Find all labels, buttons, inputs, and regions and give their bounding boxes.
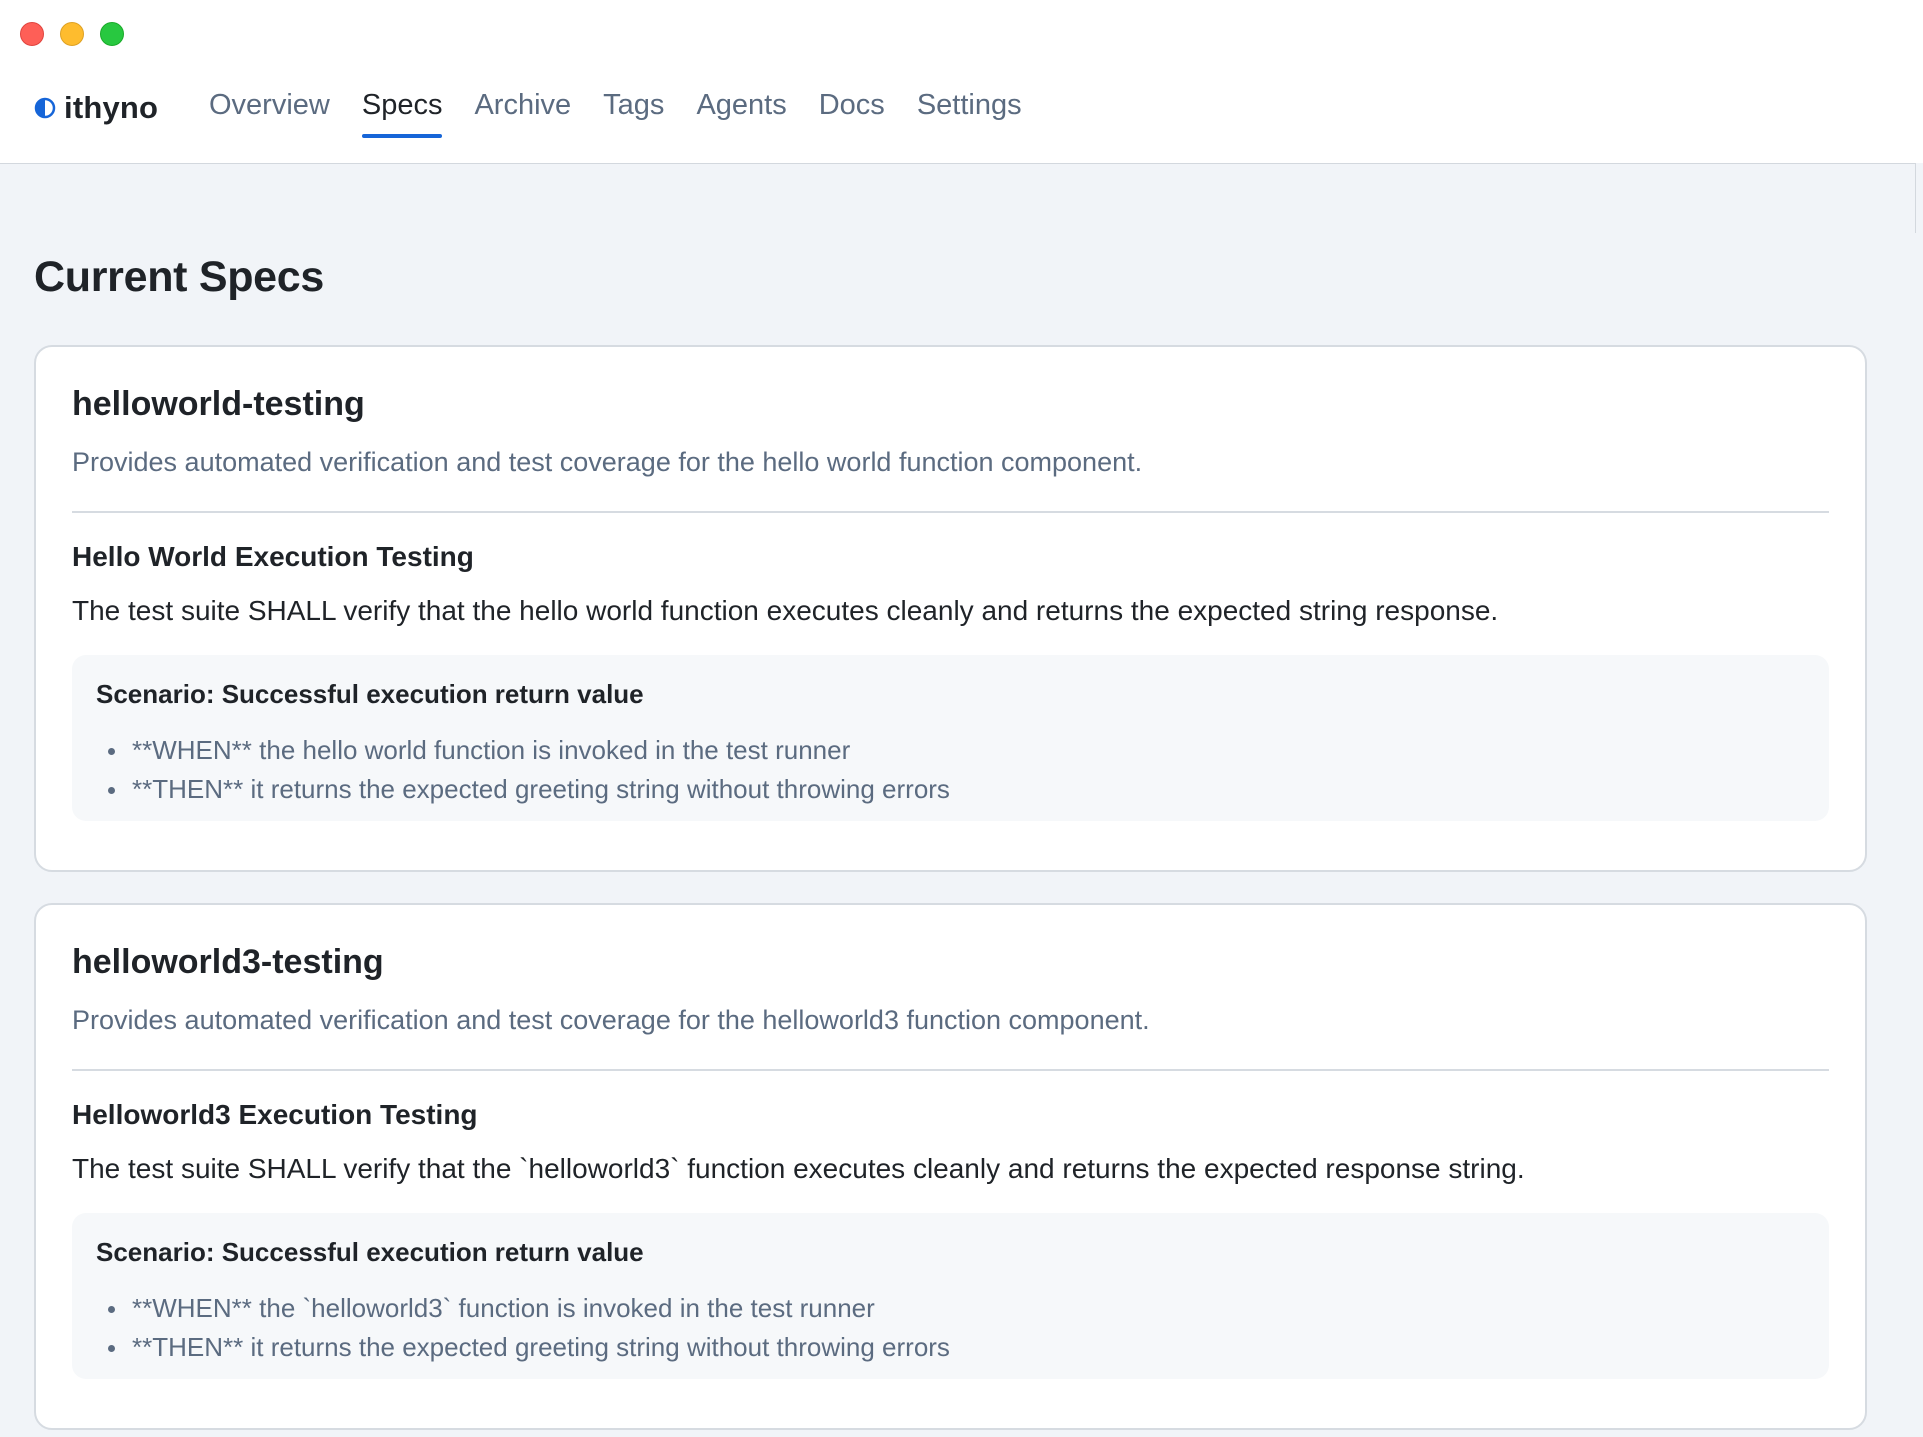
scenario-box: Scenario: Successful execution return va… [72, 1213, 1829, 1379]
spec-description: Provides automated verification and test… [72, 1005, 1150, 1035]
scenario-step-text: **THEN** it returns the expected greetin… [132, 774, 950, 804]
list-item: **THEN** it returns the expected greetin… [96, 770, 950, 809]
brand-name: ithyno [64, 90, 159, 125]
tab-tags[interactable]: Tags [603, 84, 664, 138]
scenario-step-text: **THEN** it returns the expected greetin… [132, 1332, 950, 1362]
window-minimize-button[interactable] [60, 22, 84, 46]
divider [72, 1069, 1829, 1071]
spec-title[interactable]: helloworld-testing [72, 385, 365, 424]
scenario-step-text: **WHEN** the hello world function is inv… [132, 735, 851, 765]
tab-archive[interactable]: Archive [474, 84, 571, 138]
requirement-title: Helloworld3 Execution Testing [72, 1099, 478, 1130]
scenario-title: Scenario: Successful execution return va… [96, 1237, 644, 1267]
spec-title[interactable]: helloworld3-testing [72, 943, 384, 982]
tab-settings[interactable]: Settings [917, 84, 1022, 138]
requirement-text: The test suite SHALL verify that the hel… [72, 595, 1499, 626]
divider [72, 511, 1829, 513]
spec-card: helloworld-testing Provides automated ve… [34, 345, 1867, 872]
scenario-step-text: **WHEN** the `helloworld3` function is i… [132, 1293, 875, 1323]
scenario-title: Scenario: Successful execution return va… [96, 679, 644, 709]
main-nav: Overview Specs Archive Tags Agents Docs … [209, 84, 1054, 138]
spec-card: helloworld3-testing Provides automated v… [34, 903, 1867, 1430]
requirement-title: Hello World Execution Testing [72, 541, 474, 572]
list-item: **WHEN** the `helloworld3` function is i… [96, 1289, 950, 1328]
half-circle-logo-icon [34, 97, 56, 119]
tab-agents[interactable]: Agents [696, 84, 786, 138]
scenario-steps: **WHEN** the hello world function is inv… [96, 731, 950, 809]
list-item: **WHEN** the hello world function is inv… [96, 731, 950, 770]
window-close-button[interactable] [20, 22, 44, 46]
window-zoom-button[interactable] [100, 22, 124, 46]
tab-specs[interactable]: Specs [361, 84, 442, 138]
page-title: Current Specs [34, 253, 325, 301]
scenario-box: Scenario: Successful execution return va… [72, 655, 1829, 821]
app-header: ithyno Overview Specs Archive Tags Agent… [0, 0, 1923, 164]
bullet-icon [108, 787, 115, 794]
bullet-icon [108, 1345, 115, 1352]
list-item: **THEN** it returns the expected greetin… [96, 1328, 950, 1367]
bullet-icon [108, 748, 115, 755]
tab-overview[interactable]: Overview [209, 84, 330, 138]
brand[interactable]: ithyno [34, 88, 158, 128]
spec-description: Provides automated verification and test… [72, 447, 1143, 477]
bullet-icon [108, 1306, 115, 1313]
requirement-text: The test suite SHALL verify that the `he… [72, 1153, 1525, 1184]
scrollbar[interactable] [1915, 163, 1923, 233]
tab-docs[interactable]: Docs [819, 84, 885, 138]
scenario-steps: **WHEN** the `helloworld3` function is i… [96, 1289, 950, 1367]
